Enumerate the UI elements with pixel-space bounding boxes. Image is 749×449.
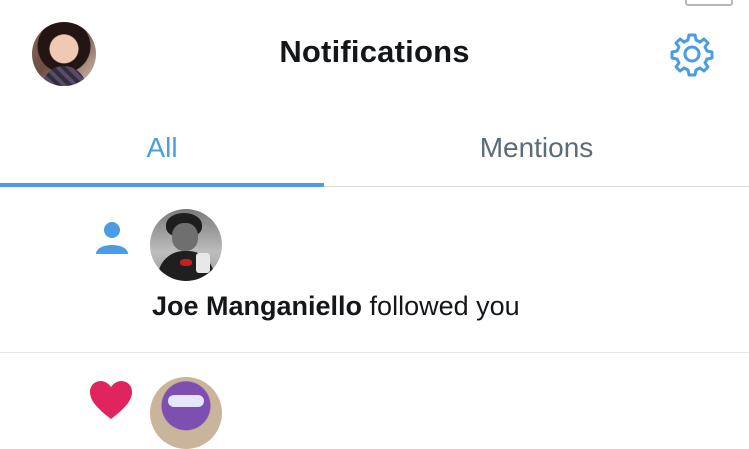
- tab-mentions[interactable]: Mentions: [324, 110, 749, 186]
- avatar-shirt-logo: [180, 259, 192, 266]
- person-icon: [94, 220, 130, 256]
- avatar[interactable]: [150, 209, 222, 281]
- notification-action: followed you: [362, 291, 520, 321]
- notification-item[interactable]: Joe Manganiello followed you: [0, 187, 749, 353]
- avatar-face: [172, 223, 198, 251]
- user-name-link[interactable]: Joe Manganiello: [152, 291, 362, 321]
- avatar-mug: [196, 253, 210, 273]
- avatar[interactable]: [150, 377, 222, 449]
- notification-text: Joe Manganiello followed you: [152, 291, 520, 322]
- notification-item[interactable]: [0, 353, 749, 449]
- header: Notifications: [0, 0, 749, 110]
- tab-bar: All Mentions: [0, 110, 749, 187]
- page-title: Notifications: [279, 34, 470, 69]
- avatar-visor: [168, 395, 204, 407]
- tab-all[interactable]: All: [0, 110, 324, 186]
- heart-icon: [88, 379, 134, 421]
- gear-icon[interactable]: [668, 30, 716, 78]
